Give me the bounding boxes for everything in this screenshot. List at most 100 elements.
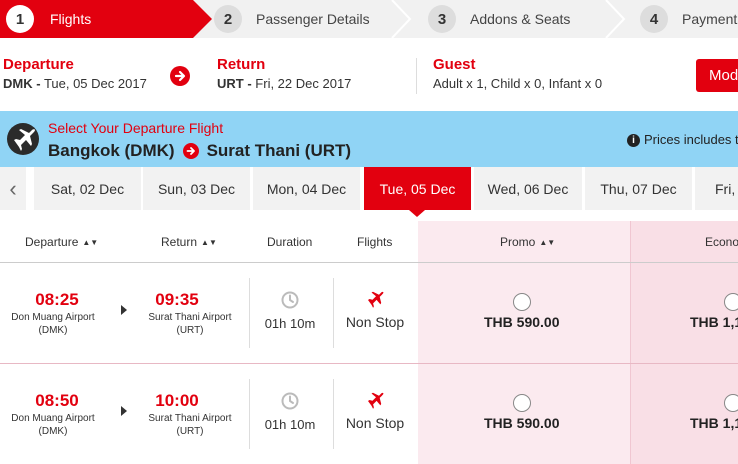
clock-icon [281, 291, 299, 309]
airport-code: (DMK) [38, 426, 68, 437]
step-flights[interactable]: 1 Flights [0, 0, 212, 38]
sort-icon: ▲▼ [201, 238, 217, 247]
return-title: Return [217, 56, 266, 73]
step-label: Flights [50, 11, 92, 27]
modify-button[interactable]: Mod [696, 59, 738, 92]
divider [333, 278, 334, 348]
chevron-left-icon[interactable]: ‹ [0, 167, 26, 210]
airport-code: (URT) [176, 426, 204, 437]
date-pointer [409, 210, 425, 217]
step-label: Passenger Details [256, 11, 370, 27]
banner-label: Select Your Departure Flight [48, 120, 224, 136]
step-label: Payment [682, 11, 738, 27]
header-departure[interactable]: Departure ▲▼ [25, 235, 98, 249]
date-tab-active[interactable]: Tue, 05 Dec [364, 167, 471, 210]
airport-code: (URT) [176, 325, 204, 336]
arrow-right-icon [121, 406, 127, 416]
table-row: 08:25 Don Muang Airport (DMK) 09:35 Surat… [0, 263, 738, 364]
chevron-right-icon [605, 0, 626, 38]
departure-value: DMK - Tue, 05 Dec 2017 [3, 76, 147, 91]
booking-summary: Departure DMK - Tue, 05 Dec 2017 Return … [0, 50, 738, 102]
airport-name: Surat Thani Airport [148, 312, 232, 323]
airport-name: Surat Thani Airport [148, 413, 232, 424]
info-icon[interactable]: i [627, 134, 640, 147]
banner-route: Bangkok (DMK) Surat Thani (URT) [48, 141, 351, 161]
stops: Non Stop [345, 314, 405, 330]
departure-summary: Departure DMK - Tue, 05 Dec 2017 [3, 56, 147, 91]
sort-icon: ▲▼ [82, 238, 99, 247]
booking-steps: 1 Flights 2 Passenger Details 3 Addons &… [0, 0, 738, 38]
guest-summary: Guest Adult x 1, Child x 0, Infant x 0 [433, 56, 602, 91]
date-tab[interactable]: Fri, [695, 167, 738, 210]
step-number: 4 [640, 5, 668, 33]
departure-airport: Don Muang Airport (DMK) [0, 311, 108, 337]
header-duration: Duration [267, 235, 313, 249]
header-economy[interactable]: Econo [705, 235, 738, 249]
arrival-time: 10:00 [155, 391, 199, 410]
departure-time: 08:25 [35, 290, 79, 309]
airport-code: (DMK) [38, 325, 68, 336]
arrow-right-circle-icon [170, 66, 190, 86]
header-departure-label: Departure [25, 235, 79, 249]
table-header: Departure ▲▼ Return ▲▼ Duration Flights Pr… [0, 221, 738, 263]
divider [249, 278, 250, 348]
guest-title: Guest [433, 56, 476, 73]
stops: Non Stop [345, 415, 405, 431]
departure-title: Departure [3, 56, 74, 73]
header-promo[interactable]: Promo ▲▼ [500, 235, 555, 249]
step-number: 2 [214, 5, 242, 33]
arrival-airport: Surat Thani Airport (URT) [135, 311, 245, 337]
header-promo-label: Promo [500, 235, 536, 249]
economy-price: THB 1,1 [690, 415, 738, 431]
departure-airport: Don Muang Airport (DMK) [0, 412, 108, 438]
duration: 01h 10m [264, 417, 316, 432]
step-passenger-details[interactable]: 2 Passenger Details [214, 0, 370, 38]
date-tab[interactable]: Thu, 07 Dec [585, 167, 692, 210]
divider [333, 379, 334, 449]
prices-note: Prices includes t [644, 132, 738, 147]
divider [249, 379, 250, 449]
arrival-time: 09:35 [155, 290, 199, 309]
sort-icon: ▲▼ [539, 238, 556, 247]
chevron-right-icon [391, 0, 412, 38]
step-addons-seats[interactable]: 3 Addons & Seats [428, 0, 570, 38]
step-number: 1 [6, 5, 34, 33]
economy-fare-radio[interactable] [724, 293, 738, 311]
promo-price: THB 590.00 [484, 415, 560, 431]
return-date: Fri, 22 Dec 2017 [255, 76, 352, 91]
header-return[interactable]: Return ▲▼ [161, 235, 217, 249]
origin-city: Bangkok (DMK) [48, 141, 175, 160]
date-selector: ‹ Sat, 02 Dec Sun, 03 Dec Mon, 04 Dec Tu… [0, 167, 738, 210]
date-tab[interactable]: Sat, 02 Dec [34, 167, 141, 210]
plane-icon [7, 123, 39, 155]
destination-city: Surat Thani (URT) [206, 141, 352, 160]
departure-date: Tue, 05 Dec 2017 [43, 76, 147, 91]
economy-price: THB 1,1 [690, 314, 738, 330]
arrow-right-circle-icon [182, 143, 199, 159]
return-code: URT - [217, 76, 252, 91]
promo-fare-radio[interactable] [513, 394, 531, 412]
departure-time: 08:50 [35, 391, 79, 410]
promo-fare-radio[interactable] [513, 293, 531, 311]
step-payment[interactable]: 4 Payment [640, 0, 737, 38]
date-tab[interactable]: Mon, 04 Dec [253, 167, 360, 210]
airport-name: Don Muang Airport [11, 413, 95, 424]
departure-code: DMK - [3, 76, 41, 91]
return-summary: Return URT - Fri, 22 Dec 2017 [217, 56, 351, 91]
header-return-label: Return [161, 235, 198, 249]
arrival-airport: Surat Thani Airport (URT) [135, 412, 245, 438]
step-label: Addons & Seats [470, 11, 571, 27]
header-flights: Flights [357, 235, 393, 249]
economy-fare-radio[interactable] [724, 394, 738, 412]
return-value: URT - Fri, 22 Dec 2017 [217, 76, 351, 91]
date-tab[interactable]: Sun, 03 Dec [143, 167, 250, 210]
duration: 01h 10m [264, 316, 316, 331]
divider [416, 58, 417, 94]
table-row: 08:50 Don Muang Airport (DMK) 10:00 Surat… [0, 364, 738, 464]
promo-price: THB 590.00 [484, 314, 560, 330]
step-number: 3 [428, 5, 456, 33]
airport-name: Don Muang Airport [11, 312, 95, 323]
flight-icon [368, 291, 384, 308]
date-tab[interactable]: Wed, 06 Dec [474, 167, 582, 210]
guest-detail: Adult x 1, Child x 0, Infant x 0 [433, 76, 603, 91]
